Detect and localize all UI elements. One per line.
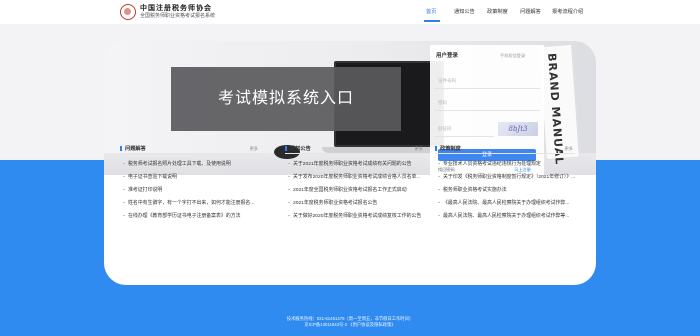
id-number-field[interactable]: 证件号码 xyxy=(434,73,540,89)
policies-column-title: 政策制度 xyxy=(440,146,461,152)
nav-policies[interactable]: 政策制度 xyxy=(487,8,508,15)
sms-login-link[interactable]: 手机短信登录 xyxy=(500,53,525,59)
hero-banner: 考试模拟系统入口 BRAND MANUAL 用户登录 手机短信登录 证件号码 密… xyxy=(104,41,596,175)
policies-column-header: 政策制度 更多 xyxy=(435,144,575,154)
list-item[interactable]: 税务师职业资格考试实施办法 xyxy=(438,186,507,193)
password-field[interactable]: 密码 xyxy=(434,95,540,111)
login-title: 用户登录 xyxy=(436,53,459,59)
captcha-field[interactable]: 验证码 xyxy=(434,121,494,137)
captcha-image[interactable]: 8bJt3 xyxy=(498,122,538,136)
notices-column-header: 通知公告 更多 xyxy=(285,144,425,154)
list-item[interactable]: 《最高人民法院、最高人民检察院关于办理组织考试作弊... xyxy=(437,199,569,206)
list-item[interactable]: 2021年度全国税务师职业资格考试报名工作正式启动 xyxy=(288,186,407,193)
list-item[interactable]: 税务师考试报名照片处理工具下载、及使用说明 xyxy=(123,160,231,167)
simulation-entry-link[interactable]: 考试模拟系统入口 xyxy=(171,67,401,131)
brand-subtitle: 全国税务师职业资格考试报名系统 xyxy=(140,13,216,19)
list-item[interactable]: 姓名中有生僻字，有一个字打不出来，如何才能注册报名... xyxy=(122,199,254,206)
list-item[interactable]: 关于做好2020年度税务师职业资格考试成绩复核工作的公告 xyxy=(287,212,421,219)
list-item[interactable]: 关于2021年度税务师职业资格考试成绩有关问题的公告 xyxy=(287,160,411,167)
list-item[interactable]: 电子证书查验下载说明 xyxy=(123,173,177,180)
list-item[interactable]: 最高人民法院、最高人民检察院关于办理组织考试作弊等... xyxy=(437,212,569,219)
faq-more-link[interactable]: 更多 xyxy=(250,146,258,152)
top-header: 中国注册税务师协会 全国税务师职业资格考试报名系统 首页 通知公告 政策制度 问… xyxy=(0,0,700,24)
nav-active-indicator xyxy=(424,20,440,22)
association-logo xyxy=(120,4,136,20)
list-item[interactable]: 在线办理《教育部学历证书电子注册备案表》的方法 xyxy=(123,212,241,219)
login-panel: 用户登录 手机短信登录 证件号码 密码 验证码 8bJt3 登录 找回密码 马上… xyxy=(430,45,544,175)
list-item[interactable]: 2021年度税务师职业资格考试报名公告 xyxy=(287,199,377,206)
notices-more-link[interactable]: 更多 xyxy=(415,146,423,152)
faq-column-header: 问题解答 更多 xyxy=(120,144,260,154)
nav-home[interactable]: 首页 xyxy=(426,8,436,15)
policies-more-link[interactable]: 更多 xyxy=(565,146,573,152)
page-footer: 技术服务热线：021-61451475（周一至周五，非节假日工作时间） 京ICP… xyxy=(0,316,700,328)
notices-column-title: 通知公告 xyxy=(290,146,311,152)
nav-exam-process[interactable]: 报考流程介绍 xyxy=(552,8,583,15)
faq-column-title: 问题解答 xyxy=(125,146,146,152)
list-item[interactable]: 准考证打印说明 xyxy=(122,186,162,193)
icp-and-privacy-link[interactable]: 京ICP备13011943号-2 《用户协议及隐私政策》 xyxy=(0,322,700,328)
list-item[interactable]: 关于发布2020年度税务师职业资格考试成绩合格人员名单... xyxy=(287,173,420,180)
list-item[interactable]: 关于印发《税务师职业资格制度暂行规定》（2021年修订）》... xyxy=(437,173,575,180)
nav-notices[interactable]: 通知公告 xyxy=(454,8,475,15)
list-item[interactable]: 专业技术人员资格考试违纪违规行为处理规定 xyxy=(438,160,541,167)
nav-faq[interactable]: 问题解答 xyxy=(520,8,541,15)
